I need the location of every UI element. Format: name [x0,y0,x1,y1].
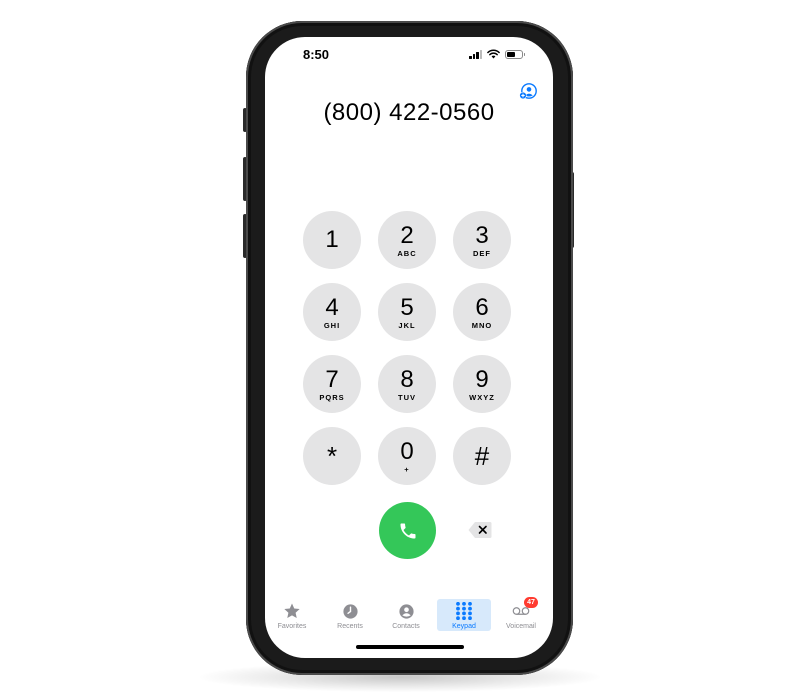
tab-label: Contacts [392,623,420,630]
tab-voicemail[interactable]: Voicemail 47 [494,597,548,631]
voicemail-count-badge: 47 [524,597,538,608]
key-digit: 7 [325,365,339,393]
key-digit: 9 [475,365,489,393]
key-8[interactable]: 8 TUV [378,355,436,413]
key-digit: 2 [400,221,414,249]
tab-recents[interactable]: Recents [323,599,377,631]
tab-favorites[interactable]: Favorites [265,599,319,631]
key-6[interactable]: 6 MNO [453,283,511,341]
key-letters: TUV [398,392,416,402]
key-letters: ABC [397,248,417,258]
tab-keypad[interactable]: Keypad [437,599,491,631]
call-button[interactable] [379,502,436,559]
key-digit: 0 [400,437,414,465]
wifi-icon [487,49,500,59]
key-1[interactable]: 1 [303,211,361,269]
clock-icon [341,602,359,620]
key-letters: + [404,464,410,474]
keypad-grid: 1 2 ABC 3 DEF 4 GHI 5 JKL 6 MNO 7 PQRS 8 TUV 9 WXYZ * 0 + # [303,211,511,485]
battery-level [507,51,516,57]
key-letters: MNO [471,320,493,330]
status-time: 8:50 [303,47,330,62]
key-2[interactable]: 2 ABC [378,211,436,269]
tab-contacts[interactable]: Contacts [379,599,433,631]
star-icon [283,602,301,620]
status-icons [469,49,525,59]
tab-label: Recents [337,623,363,630]
key-letters: DEF [473,248,491,258]
key-digit: 5 [400,293,414,321]
home-indicator[interactable] [356,645,464,649]
key-letters: GHI [323,320,341,330]
key-hash[interactable]: # [453,427,511,485]
tab-bar: Favorites Recents Contacts Keypad Voicemail 4… [265,597,553,633]
keypad-icon [455,602,473,620]
key-digit: * [326,441,338,471]
key-digit: 3 [475,221,489,249]
key-letters: JKL [398,320,416,330]
key-digit: 6 [475,293,489,321]
key-digit: # [474,441,490,471]
key-digit: 8 [400,365,414,393]
key-7[interactable]: 7 PQRS [303,355,361,413]
battery-icon [505,49,525,59]
key-letters: PQRS [319,392,345,402]
person-icon [397,602,415,620]
phone-icon [400,523,415,538]
dialed-number: (800) 422-0560 [323,99,495,126]
key-digit: 1 [325,226,339,253]
key-digit: 4 [325,293,339,321]
key-0[interactable]: 0 + [378,427,436,485]
key-star[interactable]: * [303,427,361,485]
tab-label: Favorites [277,623,307,630]
backspace-icon[interactable] [468,521,492,539]
key-5[interactable]: 5 JKL [378,283,436,341]
key-4[interactable]: 4 GHI [303,283,361,341]
phone-screen: 8:50 (800) 422-0560 1 2 ABC 3 DEF 4 GHI 5 JKL 6 MN… [265,37,553,658]
tab-label: Keypad [452,623,476,630]
key-3[interactable]: 3 DEF [453,211,511,269]
tab-label: Voicemail [506,623,536,630]
cellular-signal-icon [469,49,482,59]
key-letters: WXYZ [469,392,495,402]
key-9[interactable]: 9 WXYZ [453,355,511,413]
